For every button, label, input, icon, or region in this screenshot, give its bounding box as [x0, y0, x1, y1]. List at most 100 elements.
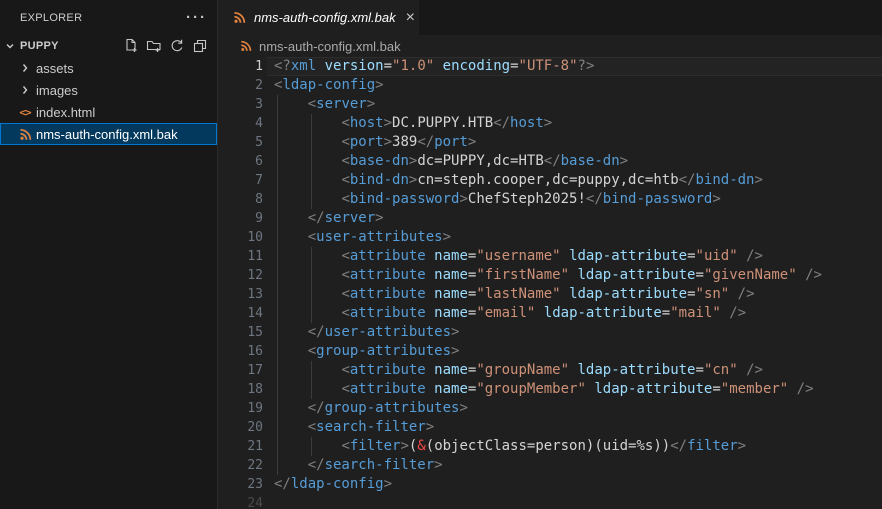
xml-file-icon	[232, 10, 247, 25]
code-line: 10 <user-attributes>	[218, 228, 882, 247]
code-line-content[interactable]: <user-attributes>	[267, 228, 882, 247]
code-line: 4 <host>DC.PUPPY.HTB</host>	[218, 114, 882, 133]
code-editor[interactable]: 1<?xml version="1.0" encoding="UTF-8"?>2…	[218, 57, 882, 509]
line-number: 10	[218, 228, 263, 247]
chevron-right-icon	[17, 82, 33, 98]
code-line-content[interactable]: <attribute name="firstName" ldap-attribu…	[267, 266, 882, 285]
editor-group: nms-auth-config.xml.bak × nms-auth-confi…	[218, 0, 882, 509]
section-header-puppy[interactable]: PUPPY	[0, 35, 217, 57]
code-line: 17 <attribute name="groupName" ldap-attr…	[218, 361, 882, 380]
code-line: 11 <attribute name="username" ldap-attri…	[218, 247, 882, 266]
file-label: nms-auth-config.xml.bak	[36, 127, 178, 142]
collapse-folders-button[interactable]	[191, 38, 208, 55]
new-file-icon	[123, 38, 139, 54]
code-line-content[interactable]: </user-attributes>	[267, 323, 882, 342]
code-line-content[interactable]	[267, 494, 882, 509]
sidebar-item-images[interactable]: images	[0, 79, 217, 101]
code-line-content[interactable]: <group-attributes>	[267, 342, 882, 361]
line-number: 2	[218, 76, 263, 95]
code-line-content[interactable]: <base-dn>dc=PUPPY,dc=HTB</base-dn>	[267, 152, 882, 171]
more-actions-icon[interactable]: ···	[186, 13, 207, 23]
indent-guide	[277, 380, 278, 399]
line-number: 7	[218, 171, 263, 190]
line-number: 24	[218, 494, 263, 509]
code-line-content[interactable]: </ldap-config>	[267, 475, 882, 494]
code-line-content[interactable]: <filter>(&(objectClass=person)(uid=%s))<…	[267, 437, 882, 456]
indent-guide	[311, 266, 312, 285]
code-line-content[interactable]: <port>389</port>	[267, 133, 882, 152]
indent-guide	[277, 285, 278, 304]
refresh-button[interactable]	[168, 38, 185, 55]
code-line: 14 <attribute name="email" ldap-attribut…	[218, 304, 882, 323]
indent-guide	[277, 323, 278, 342]
code-line-content[interactable]: <attribute name="groupMember" ldap-attri…	[267, 380, 882, 399]
line-number: 9	[218, 209, 263, 228]
explorer-toolbar	[122, 38, 217, 55]
folder-label: assets	[36, 61, 74, 76]
explorer-title: EXPLORER	[20, 12, 186, 24]
code-line-content[interactable]: <attribute name="lastName" ldap-attribut…	[267, 285, 882, 304]
line-number: 21	[218, 437, 263, 456]
line-number: 19	[218, 399, 263, 418]
indent-guide	[277, 190, 278, 209]
code-line-content[interactable]: <attribute name="groupName" ldap-attribu…	[267, 361, 882, 380]
line-number: 15	[218, 323, 263, 342]
indent-guide	[311, 190, 312, 209]
indent-guide	[311, 380, 312, 399]
code-line: 9 </server>	[218, 209, 882, 228]
folder-label: images	[36, 83, 78, 98]
indent-guide	[277, 266, 278, 285]
breadcrumb-file-label: nms-auth-config.xml.bak	[259, 39, 401, 54]
code-line: 22 </search-filter>	[218, 456, 882, 475]
code-line-content[interactable]: <host>DC.PUPPY.HTB</host>	[267, 114, 882, 133]
line-number: 17	[218, 361, 263, 380]
code-line: 24	[218, 494, 882, 509]
code-line-content[interactable]: <server>	[267, 95, 882, 114]
section-title: PUPPY	[20, 40, 59, 52]
code-line-content[interactable]: </server>	[267, 209, 882, 228]
code-line: 6 <base-dn>dc=PUPPY,dc=HTB</base-dn>	[218, 152, 882, 171]
code-line-content[interactable]: <search-filter>	[267, 418, 882, 437]
line-number: 13	[218, 285, 263, 304]
indent-guide	[277, 171, 278, 190]
chevron-down-icon	[2, 38, 18, 54]
indent-guide	[311, 133, 312, 152]
indent-guide	[277, 209, 278, 228]
code-line-content[interactable]: <attribute name="username" ldap-attribut…	[267, 247, 882, 266]
line-number: 16	[218, 342, 263, 361]
indent-guide	[311, 114, 312, 133]
line-number: 12	[218, 266, 263, 285]
line-number: 5	[218, 133, 263, 152]
code-line-content[interactable]: </group-attributes>	[267, 399, 882, 418]
xml-file-icon	[17, 126, 33, 142]
new-file-button[interactable]	[122, 38, 139, 55]
close-icon[interactable]: ×	[406, 11, 415, 25]
code-line: 18 <attribute name="groupMember" ldap-at…	[218, 380, 882, 399]
line-number: 23	[218, 475, 263, 494]
code-line: 8 <bind-password>ChefSteph2025!</bind-pa…	[218, 190, 882, 209]
indent-guide	[277, 342, 278, 361]
code-line: 21 <filter>(&(objectClass=person)(uid=%s…	[218, 437, 882, 456]
indent-guide	[277, 437, 278, 456]
indent-guide	[277, 228, 278, 247]
line-number: 6	[218, 152, 263, 171]
breadcrumb[interactable]: nms-auth-config.xml.bak	[218, 35, 882, 57]
code-line-content[interactable]: <attribute name="email" ldap-attribute="…	[267, 304, 882, 323]
file-tree: assets images <> index.html nms-auth-con…	[0, 57, 217, 145]
indent-guide	[277, 418, 278, 437]
new-folder-button[interactable]	[145, 38, 162, 55]
code-line-content[interactable]: </search-filter>	[267, 456, 882, 475]
code-line-content[interactable]: <?xml version="1.0" encoding="UTF-8"?>	[267, 57, 882, 76]
sidebar-item-assets[interactable]: assets	[0, 57, 217, 79]
code-line-content[interactable]: <bind-dn>cn=steph.cooper,dc=puppy,dc=htb…	[267, 171, 882, 190]
sidebar-item-index-html[interactable]: <> index.html	[0, 101, 217, 123]
indent-guide	[311, 152, 312, 171]
code-line: 19 </group-attributes>	[218, 399, 882, 418]
code-line-content[interactable]: <ldap-config>	[267, 76, 882, 95]
indent-guide	[311, 437, 312, 456]
code-line-content[interactable]: <bind-password>ChefSteph2025!</bind-pass…	[267, 190, 882, 209]
sidebar-item-nms-auth-config[interactable]: nms-auth-config.xml.bak	[0, 123, 217, 145]
tab-nms-auth-config[interactable]: nms-auth-config.xml.bak ×	[218, 0, 419, 35]
indent-guide	[277, 114, 278, 133]
explorer-header: EXPLORER ···	[0, 0, 217, 35]
